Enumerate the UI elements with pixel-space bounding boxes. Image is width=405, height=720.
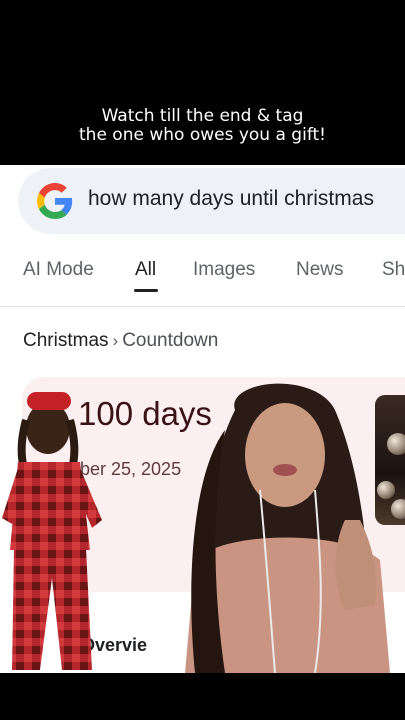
tab-ai-mode[interactable]: AI Mode bbox=[23, 259, 94, 281]
breadcrumb: Christmas › Countdown bbox=[23, 330, 218, 352]
caption-line-2: the one who owes you a gift! bbox=[79, 125, 326, 145]
search-bar[interactable]: how many days until christmas bbox=[18, 168, 405, 234]
breadcrumb-subtopic[interactable]: Countdown bbox=[122, 330, 218, 351]
tabs-divider bbox=[0, 306, 405, 307]
tab-shopping[interactable]: Sh bbox=[382, 259, 405, 281]
bottom-black-band bbox=[0, 673, 405, 720]
active-tab-indicator bbox=[134, 289, 158, 292]
video-caption: Watch till the end & tag the one who owe… bbox=[0, 107, 405, 145]
caption-line-1: Watch till the end & tag bbox=[101, 106, 304, 126]
dancing-man-figure bbox=[2, 392, 102, 670]
search-query-text[interactable]: how many days until christmas bbox=[88, 187, 374, 211]
tab-all[interactable]: All bbox=[135, 259, 156, 281]
breadcrumb-topic[interactable]: Christmas bbox=[23, 330, 109, 351]
tab-images[interactable]: Images bbox=[193, 259, 255, 281]
tab-news[interactable]: News bbox=[296, 259, 344, 281]
woman-reacting-figure bbox=[185, 383, 390, 673]
search-tabs: AI Mode All Images News Sh bbox=[0, 259, 405, 299]
google-g-icon bbox=[37, 183, 73, 219]
breadcrumb-separator: › bbox=[112, 331, 119, 350]
